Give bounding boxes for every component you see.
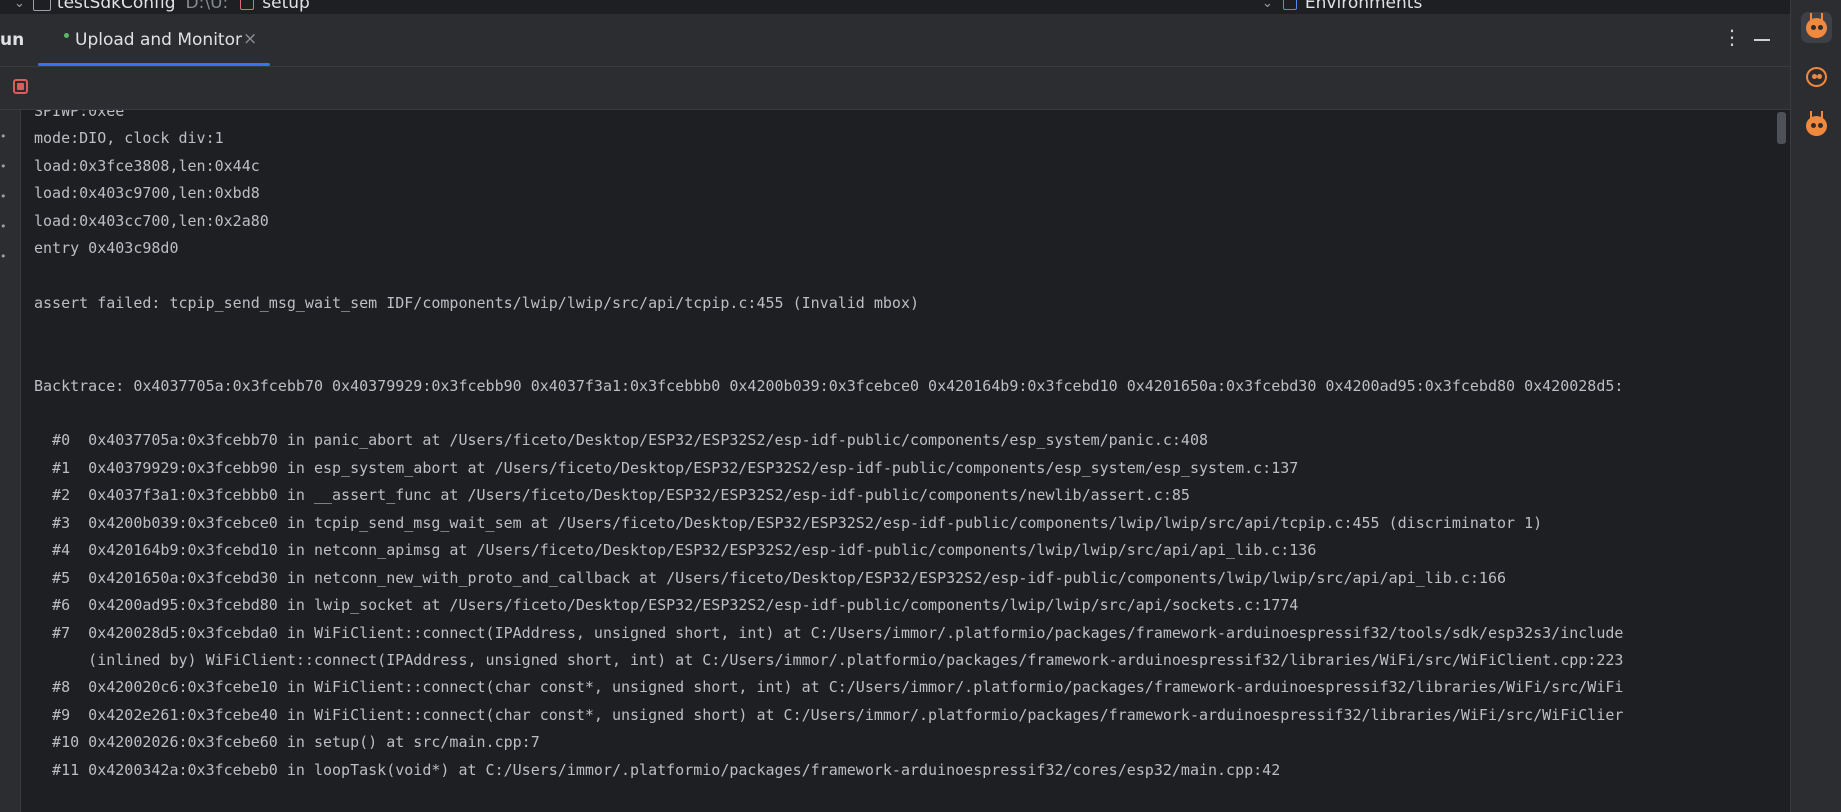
console-line: #3 0x4200b039:0x3fcebce0 in tcpip_send_m… [34,513,1543,532]
environments-icon [1282,0,1297,10]
platformio-tasks-icon[interactable] [1801,110,1832,141]
console-line: #1 0x40379929:0x3fcebb90 in esp_system_a… [34,458,1299,477]
right-tool-stripe [1790,0,1841,812]
scrollbar-thumb[interactable] [1777,112,1786,144]
console-line: #11 0x4200342a:0x3fcebeb0 in loopTask(vo… [34,760,1281,779]
project-tree-root[interactable]: ⌄ testSdkConfig D:\U: setup [0,0,310,13]
console-output[interactable]: SPIWP:0xee mode:DIO, clock div:1 load:0x3f… [21,110,1790,812]
toolwindow-title: un [0,30,25,50]
stop-icon[interactable] [13,79,28,94]
console-line: #5 0x4201650a:0x3fcebd30 in netconn_new_… [34,568,1507,587]
platformio-home-icon[interactable] [1801,61,1832,92]
console-line: #7 0x420028d5:0x3fcebda0 in WiFiClient::… [34,623,1624,642]
console-line: #6 0x4200ad95:0x3fcebd80 in lwip_socket … [34,596,1299,615]
environments-node[interactable]: ⌄ Environments [1262,0,1422,13]
console-line: #9 0x4202e261:0x3fcebe40 in WiFiClient::… [34,705,1624,724]
tab-upload-and-monitor[interactable]: Upload and Monitor × [38,15,270,66]
console-side-toolbar: • • • • • [0,110,21,812]
file-name[interactable]: setup [262,0,310,13]
console-line: load:0x403c9700,len:0xbd8 [34,184,260,203]
project-bar: ⌄ testSdkConfig D:\U: setup ⌄ Environmen… [0,0,1790,15]
chevron-down-icon[interactable]: ⌄ [14,0,25,11]
environments-label: Environments [1304,0,1423,13]
platformio-icon[interactable] [1801,12,1832,43]
ide-window: ⌄ testSdkConfig D:\U: setup ⌄ Environmen… [0,0,1841,812]
chevron-down-icon[interactable]: ⌄ [1262,0,1273,11]
console-line: load:0x3fce3808,len:0x44c [34,156,260,175]
folder-icon [32,0,51,11]
active-tab-indicator [38,63,270,66]
console-line: #0 0x4037705a:0x3fcebb70 in panic_abort … [34,431,1208,450]
console-line: Backtrace: 0x4037705a:0x3fcebb70 0x40379… [34,376,1624,395]
tab-label: Upload and Monitor [75,30,242,50]
console-line: load:0x403cc700,len:0x2a80 [34,211,269,230]
console-line: #4 0x420164b9:0x3fcebd10 in netconn_apim… [34,541,1317,560]
scroll-icon[interactable]: • [0,160,8,173]
console-line: #2 0x4037f3a1:0x3fcebbb0 in __assert_fun… [34,486,1190,505]
console-line: (inlined by) WiFiClient::connect(IPAddre… [34,651,1624,669]
run-toolwindow-header: un Upload and Monitor × ⋮ [0,15,1790,67]
close-icon[interactable]: × [243,29,257,49]
rerun-icon[interactable]: • [0,130,8,143]
console-line: entry 0x403c98d0 [34,239,179,258]
print-icon[interactable]: • [0,220,8,233]
project-name: testSdkConfig [56,0,176,13]
console-line: assert failed: tcpip_send_msg_wait_sem I… [34,294,920,313]
minimize-icon[interactable] [1754,39,1770,41]
wrap-icon[interactable]: • [0,190,8,203]
project-path: D:\U: [185,0,229,13]
console-line: SPIWP:0xee [34,110,125,120]
console-line: mode:DIO, clock div:1 [34,129,224,148]
file-icon [240,0,255,10]
run-toolbar [0,67,1790,110]
console-line: #10 0x42002026:0x3fcebe60 in setup() at … [34,733,540,752]
running-indicator-icon [64,33,69,38]
console-line: #8 0x420020c6:0x3fcebe10 in WiFiClient::… [34,678,1624,697]
more-options-icon[interactable]: ⋮ [1722,27,1742,47]
clear-icon[interactable]: • [0,250,8,263]
